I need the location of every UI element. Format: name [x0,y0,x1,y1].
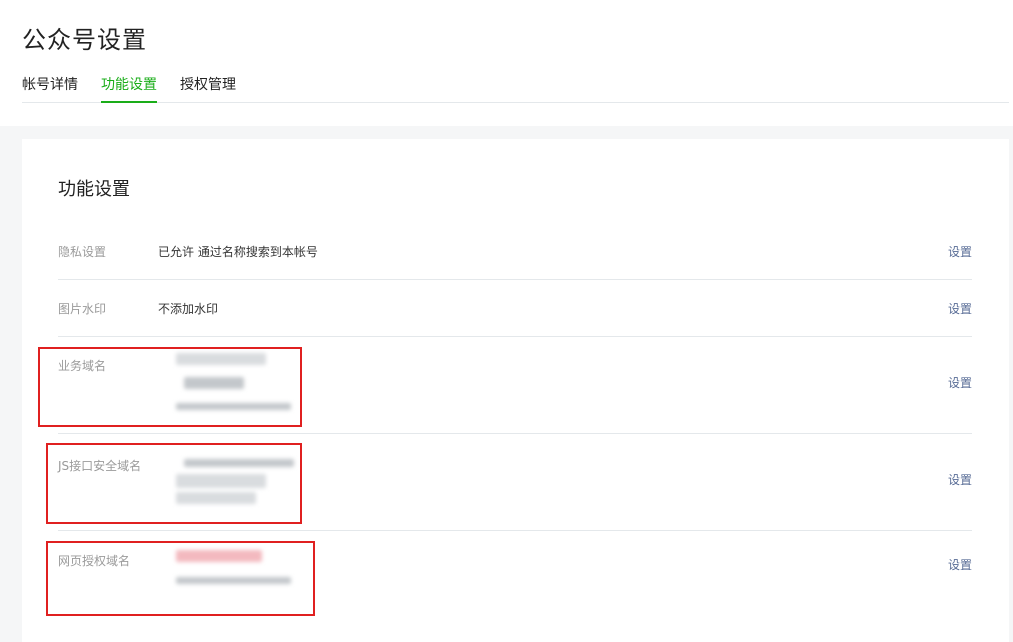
js-domain-settings-link[interactable]: 设置 [948,471,972,488]
redacted-domain [176,353,266,365]
row-label: 图片水印 [58,302,107,316]
settings-row-privacy: 隐私设置 已允许 通过名称搜索到本帐号 设置 [58,223,972,280]
settings-row-watermark: 图片水印 不添加水印 设置 [58,280,972,337]
row-label: JS接口安全域名 [58,459,142,473]
row-label: 网页授权域名 [58,554,131,568]
redacted-domain [176,492,256,504]
redacted-domain [176,403,291,410]
oauth-domain-settings-link[interactable]: 设置 [948,556,972,573]
redacted-domain [184,459,294,467]
settings-row-js-domain: JS接口安全域名 设置 [58,434,972,531]
tab-bar: 帐号详情 功能设置 授权管理 [22,74,1009,103]
redacted-domain [176,577,291,584]
row-label: 业务域名 [58,359,107,373]
redacted-domain [176,550,262,562]
redacted-domain [176,474,266,488]
tab-feature-settings[interactable]: 功能设置 [101,74,157,103]
row-value: 已允许 通过名称搜索到本帐号 [158,245,318,259]
privacy-settings-link[interactable]: 设置 [948,243,972,260]
tab-authorization-management[interactable]: 授权管理 [180,74,236,103]
row-value: 不添加水印 [158,302,219,316]
row-label: 隐私设置 [58,245,107,259]
watermark-settings-link[interactable]: 设置 [948,300,972,317]
redacted-domain [184,377,244,389]
page-title: 公众号设置 [22,26,147,54]
page-header: 公众号设置 帐号详情 功能设置 授权管理 [0,0,1013,126]
settings-row-oauth-domain: 网页授权域名 设置 [58,531,972,642]
feature-settings-card: 功能设置 隐私设置 已允许 通过名称搜索到本帐号 设置 图片水印 不添加水印 设… [22,139,1009,642]
section-title: 功能设置 [58,179,130,200]
business-domain-settings-link[interactable]: 设置 [948,374,972,391]
tab-account-details[interactable]: 帐号详情 [22,74,78,103]
settings-row-business-domain: 业务域名 设置 [58,337,972,434]
